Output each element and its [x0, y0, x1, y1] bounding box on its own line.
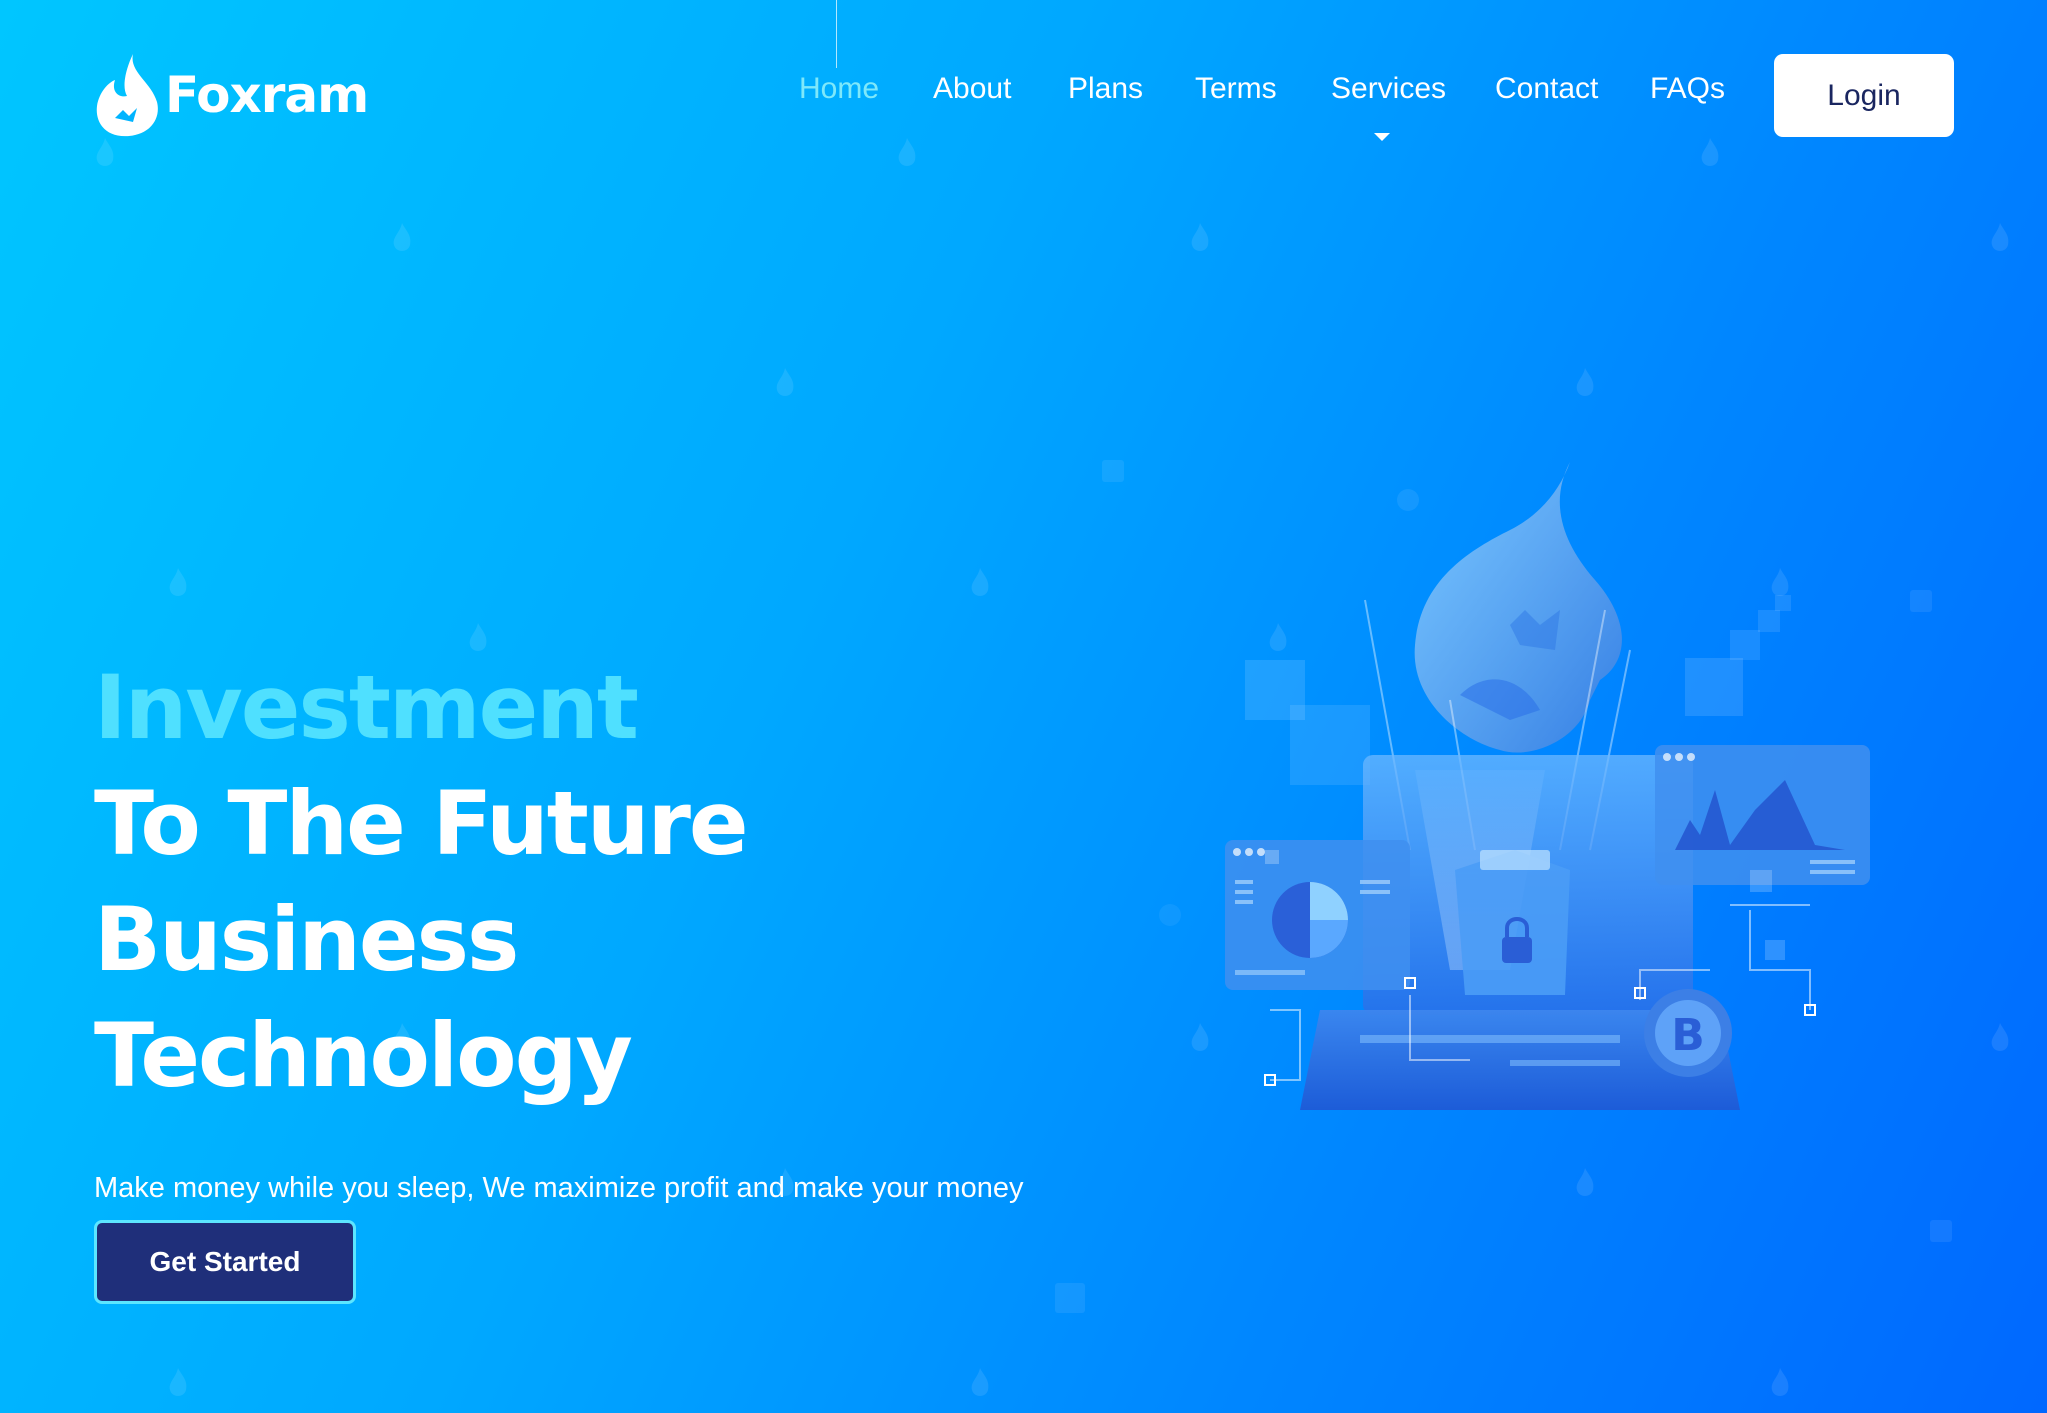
tech-investment-illustration: B	[1225, 462, 1870, 1110]
site-header: Foxram Home About Plans Terms Services C…	[0, 0, 2047, 150]
nav-item-home[interactable]: Home	[799, 72, 879, 106]
hero-title-line1: Investment	[94, 656, 639, 759]
nav-item-services[interactable]: Services	[1331, 72, 1446, 106]
hero-section: Investment To The Future Business Techno…	[94, 650, 1054, 1260]
padlock-icon	[1502, 937, 1532, 963]
hero-title: Investment To The Future Business Techno…	[94, 650, 1054, 1114]
hero-title-line3: Business Technology	[94, 888, 633, 1107]
nav-item-plans[interactable]: Plans	[1068, 72, 1143, 106]
brand-logo[interactable]: Foxram	[93, 52, 369, 138]
svg-text:B: B	[1671, 1010, 1705, 1061]
nav-item-about[interactable]: About	[933, 72, 1011, 106]
login-button[interactable]: Login	[1774, 54, 1954, 137]
brand-name: Foxram	[165, 66, 369, 124]
nav-item-faqs[interactable]: FAQs	[1650, 72, 1725, 106]
nav-item-contact[interactable]: Contact	[1495, 72, 1598, 106]
hero-illustration: B	[1210, 450, 1890, 1130]
nav-item-terms[interactable]: Terms	[1195, 72, 1277, 106]
hero-title-line2: To The Future	[94, 772, 749, 875]
get-started-button[interactable]: Get Started	[94, 1220, 356, 1304]
fox-flame-icon	[96, 54, 158, 137]
caret-down-icon[interactable]	[1374, 133, 1390, 141]
